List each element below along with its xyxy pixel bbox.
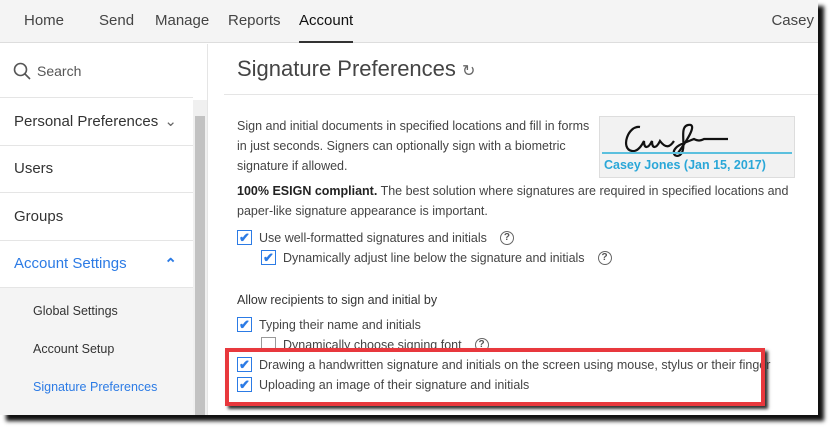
checkbox-well-formatted[interactable]: ✔ Use well-formatted signatures and initi… — [237, 230, 514, 245]
scrollbar-thumb[interactable] — [195, 116, 205, 415]
refresh-icon[interactable]: ↻ — [462, 63, 475, 80]
user-menu[interactable]: Casey — [771, 12, 814, 29]
search-icon — [13, 62, 31, 80]
sidebar-sub-account-setup[interactable]: Account Setup — [0, 330, 193, 368]
checkbox-checked[interactable]: ✔ — [237, 230, 252, 245]
sidebar-sub-signature-preferences[interactable]: Signature Preferences — [0, 368, 193, 406]
top-nav: Home Send Manage Reports Account Casey — [0, 0, 818, 43]
signature-line — [602, 152, 792, 154]
allow-heading: Allow recipients to sign and initial by — [237, 293, 438, 307]
sidebar: Search Personal Preferences ⌄ Users Group… — [0, 44, 193, 415]
intro-text: Sign and initial documents in specified … — [237, 119, 590, 173]
nav-send[interactable]: Send — [99, 12, 134, 29]
checkbox-label: Typing their name and initials — [259, 317, 421, 332]
sidebar-item-account-settings[interactable]: Account Settings ⌃ — [0, 241, 193, 288]
signature-preview: Casey Jones (Jan 15, 2017) — [599, 116, 795, 178]
page-title-text: Signature Preferences — [237, 56, 456, 81]
sidebar-item-label: Groups — [14, 207, 64, 225]
sidebar-item-label: Account Settings — [14, 255, 127, 273]
nav-manage[interactable]: Manage — [155, 12, 209, 29]
checkbox-checked[interactable]: ✔ — [237, 317, 252, 332]
search-placeholder: Search — [37, 62, 82, 79]
checkbox-label: Dynamically adjust line below the signat… — [283, 250, 585, 265]
checkbox-typing[interactable]: ✔ Typing their name and initials — [237, 317, 421, 332]
page-title: Signature Preferences ↻ — [237, 56, 475, 82]
sidebar-submenu: Global Settings Account Setup Signature … — [0, 288, 193, 415]
help-icon[interactable]: ? — [499, 230, 514, 245]
checkbox-label: Use well-formatted signatures and initia… — [259, 230, 487, 245]
help-icon[interactable]: ? — [597, 250, 612, 265]
sidebar-item-label: Users — [14, 160, 54, 178]
sidebar-scrollbar[interactable] — [193, 100, 207, 415]
sidebar-item-label: Personal Preferences — [14, 112, 159, 130]
chevron-up-icon: ⌃ — [164, 255, 177, 273]
highlight-box — [225, 348, 765, 406]
sidebar-sub-global-settings[interactable]: Global Settings — [0, 292, 193, 330]
nav-reports[interactable]: Reports — [228, 12, 281, 29]
signature-caption: Casey Jones (Jan 15, 2017) — [604, 158, 766, 172]
nav-account[interactable]: Account — [299, 12, 354, 43]
divider — [224, 94, 818, 95]
esign-bold: 100% ESIGN compliant. — [237, 184, 378, 198]
sidebar-item-groups[interactable]: Groups — [0, 193, 193, 241]
app-window: Home Send Manage Reports Account Casey S… — [0, 0, 818, 415]
chevron-down-icon: ⌄ — [164, 113, 177, 131]
esign-text: 100% ESIGN compliant. The best solution … — [237, 181, 807, 221]
sidebar-item-users[interactable]: Users — [0, 146, 193, 193]
sidebar-item-personal-preferences[interactable]: Personal Preferences ⌄ — [0, 98, 193, 146]
nav-home[interactable]: Home — [24, 12, 64, 29]
checkbox-adjust-line[interactable]: ✔ Dynamically adjust line below the signa… — [261, 250, 612, 265]
checkbox-checked[interactable]: ✔ — [261, 250, 276, 265]
search-input[interactable]: Search — [0, 44, 193, 98]
